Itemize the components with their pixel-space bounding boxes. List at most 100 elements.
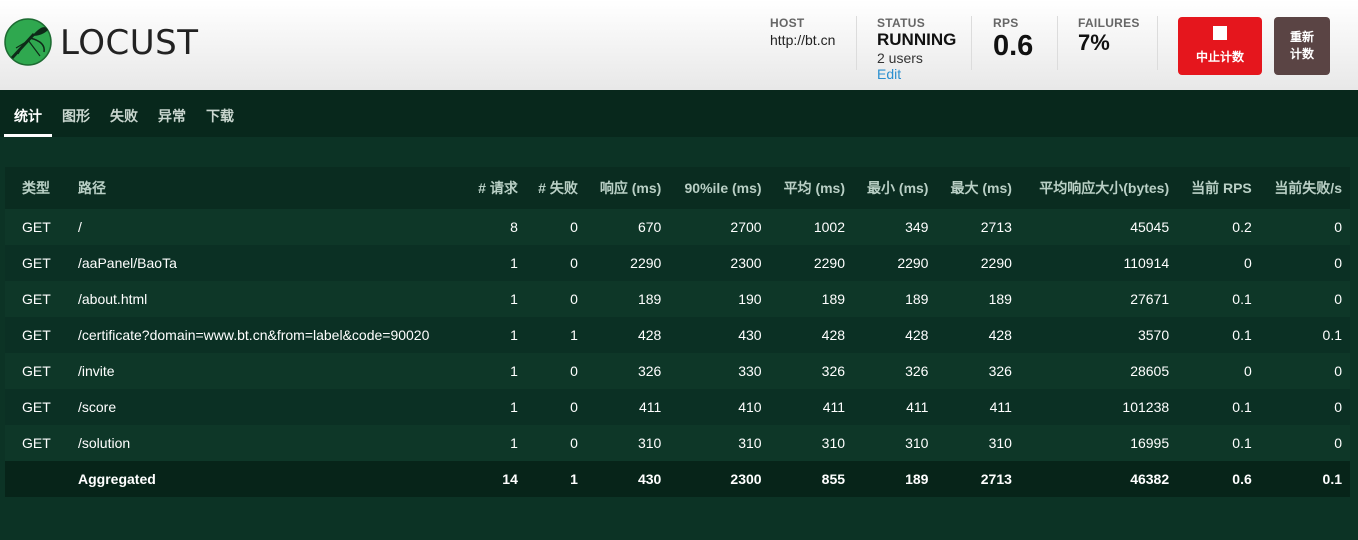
failures-stat: FAILURES 7% bbox=[1078, 16, 1140, 56]
column-header-average[interactable]: 平均 (ms) bbox=[770, 167, 853, 209]
table-cell: 0 bbox=[1334, 435, 1342, 451]
table-cell: 1 bbox=[570, 471, 578, 487]
table-row: GET/about.html 1 0 189 190 189 189 189 27671 0.1 0 bbox=[5, 281, 1350, 317]
column-header-current-rps[interactable]: 当前 RPS bbox=[1177, 167, 1260, 209]
table-cell: GET bbox=[22, 291, 51, 307]
stop-button[interactable]: 中止计数 bbox=[1178, 17, 1262, 75]
table-cell: 2290 bbox=[813, 255, 846, 271]
status-stat: STATUS RUNNING 2 users Edit bbox=[877, 16, 956, 82]
reset-button-label-line1: 重新 bbox=[1289, 30, 1314, 44]
table-cell: 1 bbox=[510, 327, 518, 343]
host-stat: HOST http://bt.cn bbox=[770, 16, 835, 48]
column-header-current-failures[interactable]: 当前失败/s bbox=[1260, 167, 1350, 209]
table-cell: 430 bbox=[637, 471, 662, 487]
status-label: STATUS bbox=[877, 16, 926, 30]
table-cell: 310 bbox=[988, 435, 1012, 451]
table-cell: 28605 bbox=[1130, 363, 1170, 379]
column-header-max[interactable]: 最大 (ms) bbox=[936, 167, 1019, 209]
table-cell: 1 bbox=[510, 399, 518, 415]
table-cell: 0.6 bbox=[1232, 471, 1252, 487]
table-cell: 0 bbox=[570, 363, 578, 379]
table-row: GET / 8 0 670 2700 1002 349 2713 45045 0.2 0 bbox=[5, 209, 1350, 245]
stop-button-label: 中止计数 bbox=[1195, 50, 1244, 64]
table-cell: 0 bbox=[1334, 399, 1342, 415]
column-header-median[interactable]: 响应 (ms) bbox=[586, 167, 669, 209]
table-cell: 410 bbox=[738, 399, 762, 415]
locust-logo-icon bbox=[4, 18, 52, 66]
request-path-cell: /about.html bbox=[78, 291, 148, 307]
table-cell: 0.1 bbox=[1232, 435, 1252, 451]
request-path-cell: /certificate?domain=www.bt.cn&from=label… bbox=[78, 327, 430, 343]
column-header-type[interactable]: 类型 bbox=[5, 167, 70, 209]
table-cell: 0.1 bbox=[1322, 471, 1342, 487]
table-cell: 0.1 bbox=[1322, 327, 1342, 343]
table-cell: 0 bbox=[570, 291, 578, 307]
divider bbox=[856, 16, 857, 70]
column-header-failures[interactable]: # 失败 bbox=[526, 167, 586, 209]
column-header-avg-size[interactable]: 平均响应大小(bytes) bbox=[1020, 167, 1177, 209]
table-cell: 428 bbox=[905, 327, 929, 343]
table-cell: 0.1 bbox=[1232, 327, 1252, 343]
failures-label: FAILURES bbox=[1078, 16, 1140, 30]
table-cell: 428 bbox=[637, 327, 662, 343]
table-cell: 0 bbox=[570, 255, 578, 271]
column-header-requests[interactable]: # 请求 bbox=[466, 167, 526, 209]
table-cell: GET bbox=[22, 255, 51, 271]
table-cell: 189 bbox=[637, 291, 662, 307]
table-cell: 0.1 bbox=[1232, 291, 1252, 307]
table-cell: 855 bbox=[821, 471, 846, 487]
table-cell: 0 bbox=[570, 219, 578, 235]
table-cell: 2300 bbox=[730, 471, 762, 487]
rps-label: RPS bbox=[993, 16, 1019, 30]
table-cell: 670 bbox=[637, 219, 662, 235]
table-cell: 411 bbox=[822, 399, 846, 415]
reset-stats-button[interactable]: 重新 计数 bbox=[1274, 17, 1330, 75]
table-cell: 189 bbox=[905, 291, 929, 307]
stats-table: 类型 路径 # 请求 # 失败 响应 (ms) 90%ile (ms) 平均 (… bbox=[5, 167, 1350, 497]
tab-charts[interactable]: 图形 bbox=[62, 106, 90, 126]
table-cell: 0 bbox=[1334, 363, 1342, 379]
table-cell: 326 bbox=[821, 363, 846, 379]
table-cell: 2300 bbox=[730, 255, 762, 271]
table-cell: 1 bbox=[570, 327, 578, 343]
app-logo-text: LOCUST bbox=[60, 23, 199, 63]
tab-download[interactable]: 下载 bbox=[206, 106, 234, 126]
table-row: GET/solution 1 0 310 310 310 310 310 16995 0.1 0 bbox=[5, 425, 1350, 461]
table-cell: 189 bbox=[988, 291, 1012, 307]
table-cell: 349 bbox=[905, 219, 929, 235]
host-value: http://bt.cn bbox=[770, 32, 836, 48]
table-cell: GET bbox=[22, 399, 51, 415]
aggregated-row: Aggregated 14 1 430 2300 855 189 2713 46… bbox=[5, 461, 1350, 497]
table-row: GET/invite 1 0 326 330 326 326 326 28605 0 0 bbox=[5, 353, 1350, 389]
divider bbox=[1057, 16, 1058, 70]
column-header-min[interactable]: 最小 (ms) bbox=[853, 167, 936, 209]
table-cell: 101238 bbox=[1122, 399, 1170, 415]
column-header-90pct[interactable]: 90%ile (ms) bbox=[669, 167, 769, 209]
failures-value: 7% bbox=[1078, 30, 1110, 55]
edit-link[interactable]: Edit bbox=[877, 66, 956, 82]
table-cell: 27671 bbox=[1130, 291, 1170, 307]
table-cell: GET bbox=[22, 363, 51, 379]
tab-failures[interactable]: 失败 bbox=[110, 106, 138, 126]
table-cell: 2290 bbox=[897, 255, 929, 271]
table-cell: 310 bbox=[821, 435, 846, 451]
column-header-path[interactable]: 路径 bbox=[70, 167, 466, 209]
table-cell: 2290 bbox=[630, 255, 662, 271]
table-cell: 1 bbox=[510, 363, 518, 379]
table-cell: 1 bbox=[510, 255, 518, 271]
request-path-cell: /solution bbox=[78, 435, 131, 451]
table-cell: 428 bbox=[988, 327, 1012, 343]
table-cell bbox=[5, 461, 70, 497]
table-cell: 46382 bbox=[1130, 471, 1170, 487]
divider bbox=[971, 16, 972, 70]
table-header-row: 类型 路径 # 请求 # 失败 响应 (ms) 90%ile (ms) 平均 (… bbox=[5, 167, 1350, 209]
table-cell: 1002 bbox=[813, 219, 846, 235]
table-cell: 0 bbox=[1243, 255, 1252, 271]
table-cell: 1 bbox=[510, 291, 518, 307]
tab-exceptions[interactable]: 异常 bbox=[158, 106, 186, 126]
host-label: HOST bbox=[770, 16, 805, 30]
table-cell: 1 bbox=[510, 435, 518, 451]
stats-table-container: 类型 路径 # 请求 # 失败 响应 (ms) 90%ile (ms) 平均 (… bbox=[5, 167, 1350, 497]
table-cell: 110914 bbox=[1123, 255, 1170, 271]
tab-statistics[interactable]: 统计 bbox=[14, 106, 42, 126]
